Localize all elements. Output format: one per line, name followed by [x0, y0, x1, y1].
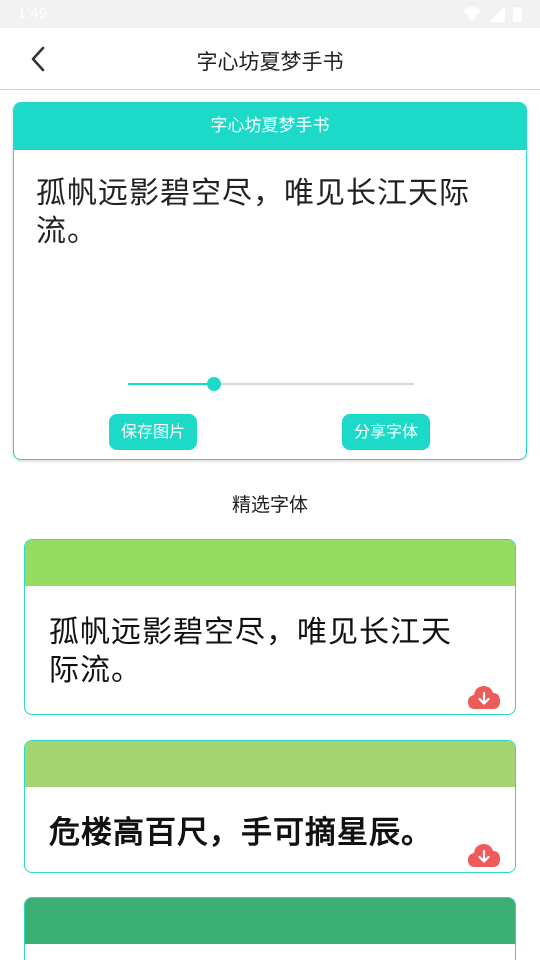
slider-thumb[interactable]	[206, 377, 221, 391]
share-font-button[interactable]: 分享字体	[342, 414, 431, 450]
preview-text: 孤帆远影碧空尽，唯见长江天际流。	[36, 176, 470, 249]
font-sample-text: 危楼高百尺，手可摘星辰。	[49, 815, 433, 851]
status-time: 1:49	[18, 5, 48, 22]
cloud-download-icon[interactable]	[467, 842, 501, 868]
cloud-download-icon[interactable]	[467, 684, 501, 710]
slider-fill	[128, 383, 214, 385]
signal-icon	[489, 6, 505, 22]
font-card[interactable]	[24, 897, 516, 960]
preview-header: 字心坊夏梦手书	[14, 103, 526, 150]
font-card-header	[25, 741, 515, 787]
status-bar: 1:49	[0, 0, 540, 28]
font-card-header	[25, 898, 515, 944]
font-sample-text: 孤帆远影碧空尽，唯见长江天际流。	[49, 615, 452, 688]
wifi-icon	[463, 7, 481, 21]
battery-icon	[513, 6, 522, 22]
status-icons	[463, 6, 522, 22]
save-image-button[interactable]: 保存图片	[109, 414, 198, 450]
font-card[interactable]: 孤帆远影碧空尽，唯见长江天际流。	[24, 539, 516, 715]
page-title: 字心坊夏梦手书	[196, 50, 344, 74]
font-card[interactable]: 危楼高百尺，手可摘星辰。	[24, 740, 516, 873]
app-bar: 字心坊夏梦手书	[0, 28, 540, 90]
font-size-slider[interactable]	[128, 375, 414, 393]
font-card-header	[25, 540, 515, 586]
preview-card: 字心坊夏梦手书 孤帆远影碧空尽，唯见长江天际流。 保存图片 分享字体	[13, 102, 527, 460]
section-title: 精选字体	[231, 494, 308, 516]
